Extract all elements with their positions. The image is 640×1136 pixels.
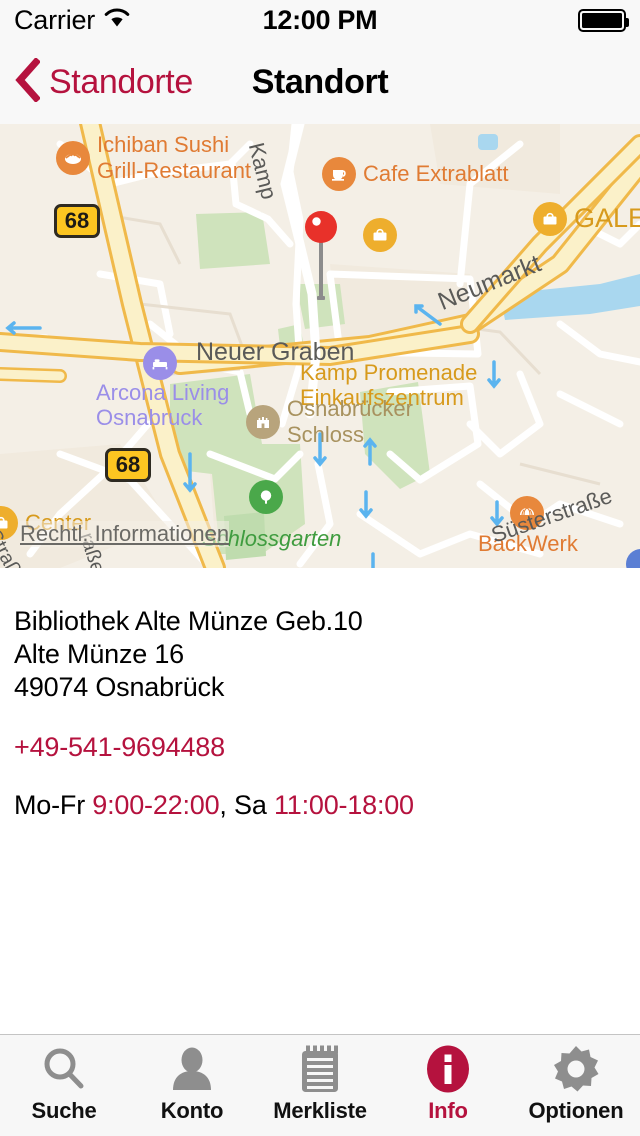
tab-label: Konto	[160, 1098, 224, 1123]
tab-merkliste[interactable]: Merkliste	[256, 1044, 384, 1124]
map-canvas	[0, 124, 640, 568]
tab-label: Info	[428, 1098, 468, 1123]
address-line-3: 49074 Osnabrück	[14, 672, 225, 702]
notepad-icon	[295, 1044, 345, 1094]
status-bar-right	[578, 8, 629, 32]
hours-saturday-time[interactable]: 11:00-18:00	[274, 790, 414, 820]
navigation-bar: Standorte Standort	[0, 40, 640, 124]
phone-link[interactable]: +49-541-9694488	[14, 732, 225, 763]
wifi-icon	[104, 8, 130, 32]
tab-label: Optionen	[528, 1098, 624, 1123]
tab-optionen[interactable]: Optionen	[512, 1044, 640, 1124]
gear-icon	[551, 1044, 601, 1094]
search-icon	[39, 1044, 89, 1094]
legal-info-link[interactable]: Rechtl. Informationen	[20, 521, 230, 547]
map-view[interactable]: Ichiban Sushi Grill-Restaurant Cafe Extra…	[0, 124, 640, 568]
opening-hours: Mo-Fr 9:00-22:00, Sa 11:00-18:00	[14, 790, 626, 821]
tab-label: Merkliste	[273, 1098, 367, 1123]
tab-bar: Suche Konto Merkliste Info Optionen	[0, 1034, 640, 1136]
location-detail-panel: Bibliothek Alte Münze Geb.10 Alte Münze …	[0, 568, 640, 1034]
tab-label: Suche	[31, 1098, 97, 1123]
address-line-1: Bibliothek Alte Münze Geb.10	[14, 606, 363, 636]
app-screen: Carrier 12:00 PM Standorte Standort Ichi…	[0, 0, 640, 1136]
tab-info[interactable]: Info	[384, 1044, 512, 1124]
carrier-label: Carrier	[14, 4, 96, 35]
info-circle-icon	[423, 1044, 473, 1094]
hours-weekday-time[interactable]: 9:00-22:00	[92, 790, 219, 820]
back-button-label: Standorte	[49, 62, 193, 101]
hours-separator: ,	[219, 790, 235, 820]
chevron-left-icon	[14, 56, 41, 107]
tab-suche[interactable]: Suche	[0, 1044, 128, 1124]
status-bar-left: Carrier	[14, 5, 130, 36]
person-icon	[167, 1044, 217, 1094]
hours-weekday-label: Mo-Fr	[14, 790, 85, 820]
back-button[interactable]: Standorte	[14, 56, 193, 107]
hours-saturday-label: Sa	[234, 790, 267, 820]
status-bar: Carrier 12:00 PM	[0, 0, 640, 40]
battery-full-icon	[578, 8, 629, 32]
tab-konto[interactable]: Konto	[128, 1044, 256, 1124]
address-line-2: Alte Münze 16	[14, 639, 184, 669]
